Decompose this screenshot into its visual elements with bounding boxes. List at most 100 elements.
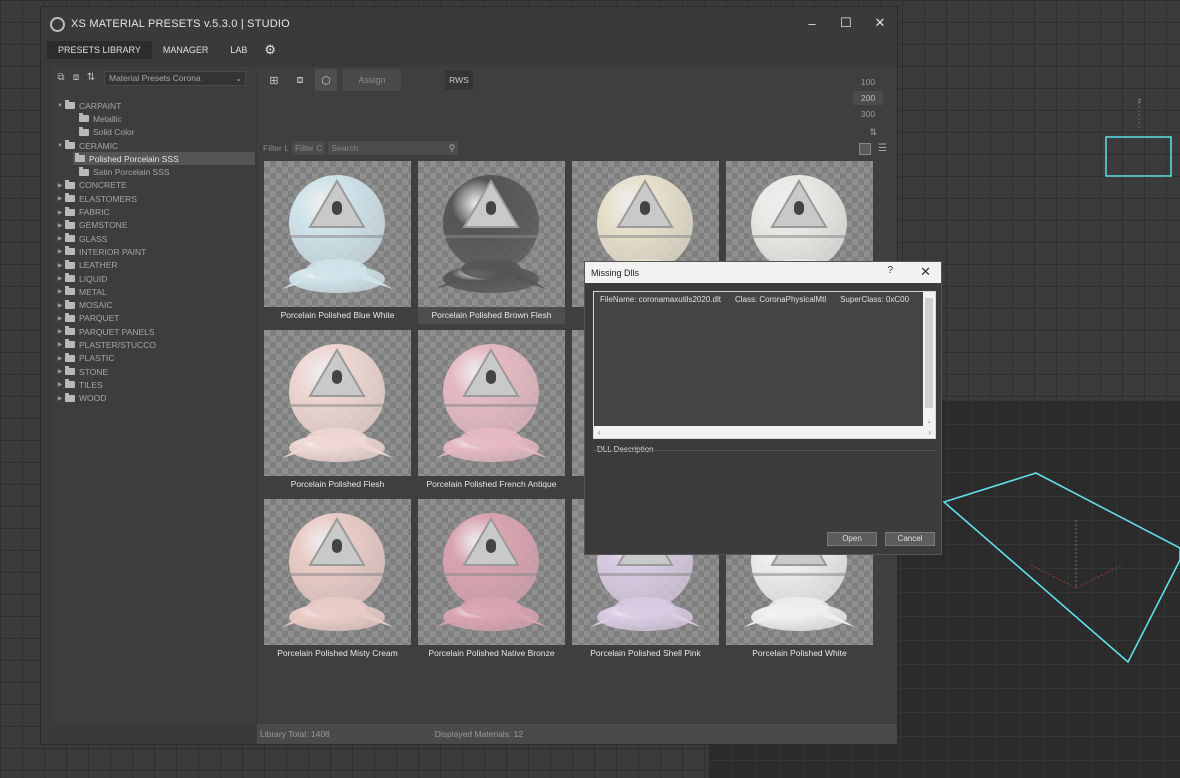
material-card[interactable]: Porcelain Polished Blue White	[264, 161, 411, 324]
open-button[interactable]: Open	[827, 532, 877, 546]
tree-item[interactable]: ▼ CARPAINT	[51, 99, 255, 112]
tree-item[interactable]: ▶ GLASS	[51, 232, 255, 245]
chevron-right-icon[interactable]: ▶	[55, 275, 65, 282]
tree-item[interactable]: ▶ TILES	[51, 378, 255, 391]
maximize-button[interactable]: ☐	[829, 7, 863, 39]
material-card[interactable]: Porcelain Polished Native Bronze	[418, 499, 565, 662]
size-300[interactable]: 300	[853, 107, 883, 121]
material-thumbnail[interactable]	[418, 161, 565, 307]
horizontal-scrollbar[interactable]: ‹ ›	[594, 426, 935, 438]
rws-button[interactable]: RWS	[445, 70, 473, 90]
chevron-down-icon[interactable]: ▼	[55, 143, 65, 149]
material-card[interactable]: Porcelain Polished Misty Cream	[264, 499, 411, 662]
sort-order-icon[interactable]: ⇅	[869, 127, 877, 138]
chevron-right-icon[interactable]: ▶	[55, 302, 65, 309]
status-bar: Library Total: 1408 Displayed Materials:…	[257, 724, 897, 744]
tree-subitem[interactable]: Solid Color	[51, 126, 255, 139]
tree-item[interactable]: ▶ MOSAIC	[51, 298, 255, 311]
chevron-right-icon[interactable]: ▶	[55, 209, 65, 216]
help-button[interactable]: ?	[887, 265, 893, 276]
scene-materials-icon[interactable]: ⧈	[289, 69, 311, 91]
chevron-down-icon[interactable]: ⌄	[923, 417, 935, 425]
menu-bar: PRESETS LIBRARY MANAGER LAB ⚙	[41, 41, 897, 59]
size-200[interactable]: 200	[853, 91, 883, 105]
tree-item[interactable]: ▶ ELASTOMERS	[51, 192, 255, 205]
collapse-all-icon[interactable]: ⧉	[55, 72, 67, 84]
folder-icon	[65, 339, 75, 349]
size-100[interactable]: 100	[853, 75, 883, 89]
material-thumbnail[interactable]	[264, 330, 411, 476]
folder-icon	[65, 219, 75, 229]
folder-icon	[65, 100, 75, 110]
dll-superclass: SuperClass: 0xC00	[840, 295, 910, 304]
tree-item[interactable]: ▶ PLASTIC	[51, 352, 255, 365]
assign-button[interactable]: Assign	[343, 69, 401, 91]
tree-item[interactable]: ▶ INTERIOR PAINT	[51, 245, 255, 258]
tree-item[interactable]: ▶ PARQUET PANELS	[51, 325, 255, 338]
chevron-right-icon[interactable]: ▶	[55, 195, 65, 202]
list-view-icon[interactable]: ☰	[878, 143, 887, 154]
material-card[interactable]: Porcelain Polished Flesh	[264, 330, 411, 493]
material-thumbnail[interactable]	[264, 499, 411, 645]
dialog-close-button[interactable]: ✕	[920, 264, 931, 280]
chevron-right-icon[interactable]: ▶	[55, 235, 65, 242]
title-bar: XS MATERIAL PRESETS v.5.3.0 | STUDIO – ☐…	[41, 7, 897, 41]
chevron-right-icon[interactable]: ▶	[55, 288, 65, 295]
library-total: Library Total: 1408	[260, 729, 330, 739]
expand-all-icon[interactable]: ⧈	[70, 72, 82, 84]
chevron-right-icon[interactable]: ▶	[55, 182, 65, 189]
filter-category-button[interactable]: Filter C	[291, 141, 326, 155]
tree-item[interactable]: ▶ PLASTER/STUCCO	[51, 338, 255, 351]
object-cube-icon[interactable]: ⬡	[315, 69, 337, 91]
tree-item[interactable]: ▶ METAL	[51, 285, 255, 298]
minimize-button[interactable]: –	[795, 7, 829, 39]
folder-icon	[65, 366, 75, 376]
scrollbar-thumb[interactable]	[925, 298, 933, 408]
cancel-button[interactable]: Cancel	[885, 532, 935, 546]
search-input[interactable]: Search ⚲	[328, 141, 459, 155]
chevron-right-icon[interactable]: ▶	[55, 328, 65, 335]
menu-presets-library[interactable]: PRESETS LIBRARY	[47, 41, 152, 59]
settings-gear-icon[interactable]: ⚙	[264, 42, 276, 58]
material-card[interactable]: Porcelain Polished French Antique	[418, 330, 565, 493]
tree-item[interactable]: ▶ WOOD	[51, 392, 255, 405]
grid-view-icon[interactable]: ⊞	[263, 69, 285, 91]
chevron-right-icon[interactable]: ▶	[55, 381, 65, 388]
chevron-right-icon[interactable]: ›	[928, 428, 931, 437]
tree-item[interactable]: ▶ PARQUET	[51, 312, 255, 325]
material-thumbnail[interactable]	[418, 330, 565, 476]
chevron-left-icon[interactable]: ‹	[598, 428, 601, 437]
tree-item[interactable]: ▶ LIQUID	[51, 272, 255, 285]
chevron-right-icon[interactable]: ▶	[55, 341, 65, 348]
tree-item[interactable]: ▶ GEMSTONE	[51, 219, 255, 232]
chevron-right-icon[interactable]: ▶	[55, 355, 65, 362]
close-button[interactable]: ✕	[863, 7, 897, 39]
sort-icon[interactable]: ⇅	[85, 72, 97, 84]
material-thumbnail[interactable]	[264, 161, 411, 307]
chevron-right-icon[interactable]: ▶	[55, 315, 65, 322]
list-item[interactable]: FileName: coronamaxutils2020.dlt Class: …	[595, 293, 923, 304]
tree-subitem[interactable]: Polished Porcelain SSS	[73, 152, 255, 166]
tree-subitem[interactable]: Metallic	[51, 112, 255, 125]
chevron-right-icon[interactable]: ▶	[55, 395, 65, 402]
menu-manager[interactable]: MANAGER	[152, 41, 220, 59]
library-select[interactable]: Material Presets Corona ⌄	[104, 70, 246, 86]
chevron-right-icon[interactable]: ▶	[55, 262, 65, 269]
missing-dll-list[interactable]: FileName: coronamaxutils2020.dlt Class: …	[593, 291, 936, 439]
tree-item[interactable]: ▶ STONE	[51, 365, 255, 378]
tree-item[interactable]: ▼ CERAMIC	[51, 139, 255, 152]
chevron-right-icon[interactable]: ▶	[55, 248, 65, 255]
tree-item[interactable]: ▶ CONCRETE	[51, 179, 255, 192]
tree-item[interactable]: ▶ LEATHER	[51, 259, 255, 272]
chevron-down-icon[interactable]: ▼	[55, 103, 65, 109]
thumbnail-view-icon[interactable]	[859, 143, 871, 155]
tree-item-label: PLASTIC	[79, 353, 115, 364]
menu-lab[interactable]: LAB	[219, 41, 258, 59]
material-thumbnail[interactable]	[418, 499, 565, 645]
chevron-right-icon[interactable]: ▶	[55, 222, 65, 229]
material-card[interactable]: Porcelain Polished Brown Flesh	[418, 161, 565, 324]
tree-item[interactable]: ▶ FABRIC	[51, 205, 255, 218]
chevron-right-icon[interactable]: ▶	[55, 368, 65, 375]
vertical-scrollbar[interactable]: ⌄	[923, 292, 935, 426]
tree-subitem[interactable]: Satin Porcelain SSS	[51, 165, 255, 178]
